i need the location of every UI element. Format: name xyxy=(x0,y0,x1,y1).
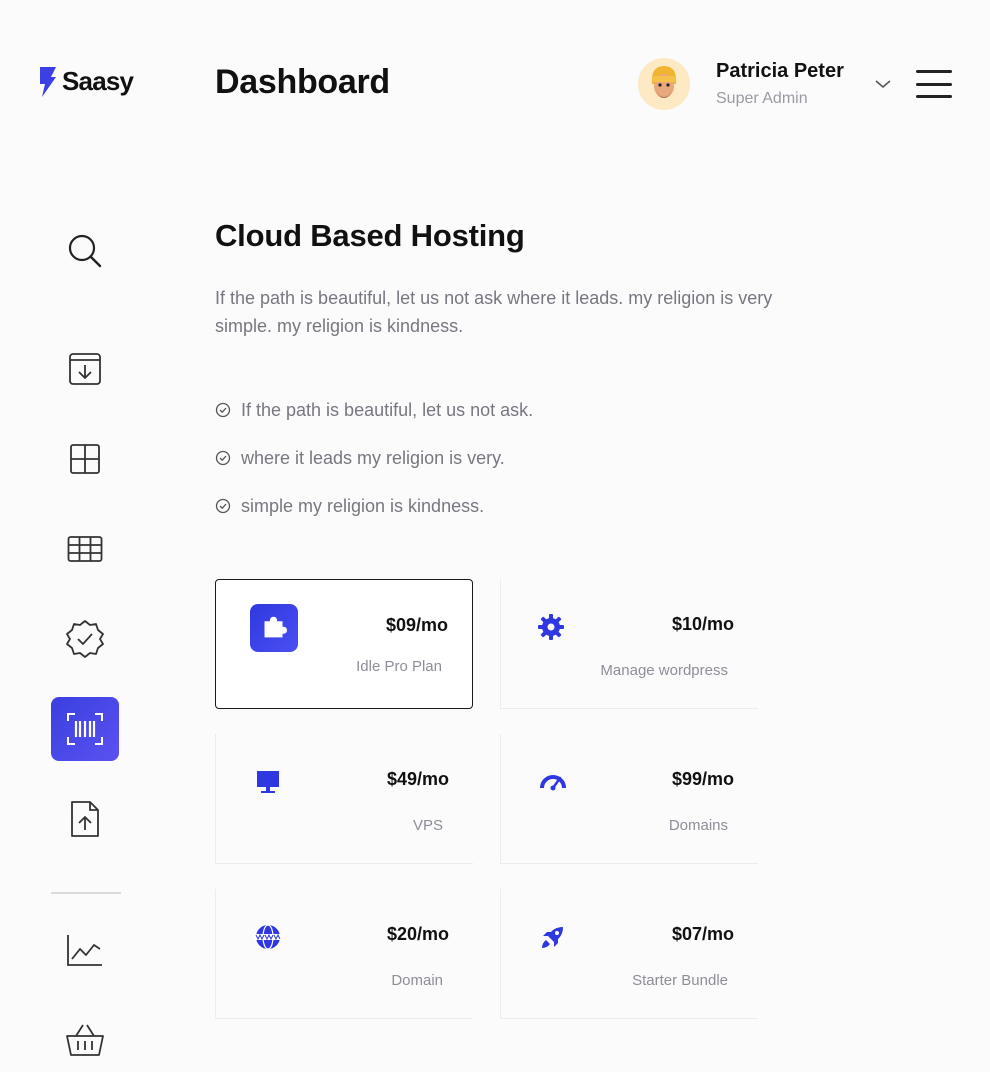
sidebar-item-analytics[interactable] xyxy=(51,918,119,982)
sidebar-item-downloads[interactable] xyxy=(51,337,119,401)
feature-item: where it leads my religion is very. xyxy=(215,434,533,482)
saasy-logo-icon xyxy=(40,66,56,97)
sidebar-divider xyxy=(51,892,121,894)
check-circle-icon xyxy=(215,498,231,514)
monitor-icon xyxy=(244,758,292,806)
gear-icon xyxy=(527,603,575,651)
sidebar-item-layout[interactable] xyxy=(51,427,119,491)
puzzle-icon xyxy=(250,604,298,652)
plan-card-wordpress[interactable]: $10/mo Manage wordpress xyxy=(500,579,758,709)
plan-price: $20/mo xyxy=(386,924,449,944)
section-title: Cloud Based Hosting xyxy=(215,218,525,253)
plan-name: VPS xyxy=(412,817,443,834)
sidebar-item-table[interactable] xyxy=(51,517,119,581)
feature-item: simple my religion is kindness. xyxy=(215,482,533,530)
layout-grid-icon xyxy=(70,444,100,474)
plan-price: $99/mo xyxy=(671,769,734,789)
sidebar-item-search[interactable] xyxy=(51,219,119,283)
search-icon xyxy=(68,234,102,268)
sidebar-item-verified[interactable] xyxy=(51,607,119,671)
plan-name: Domain xyxy=(391,972,443,989)
feature-text: If the path is beautiful, let us not ask… xyxy=(241,399,534,420)
section-description: If the path is beautiful, let us not ask… xyxy=(215,288,773,336)
chart-line-icon xyxy=(67,935,102,966)
file-upload-icon xyxy=(71,801,99,837)
chevron-down-icon[interactable] xyxy=(873,77,893,91)
plan-price: $10/mo xyxy=(671,614,734,634)
plan-card-vps[interactable]: $49/mo VPS xyxy=(215,734,473,864)
user-profile[interactable]: Patricia Peter Super Admin xyxy=(638,58,844,110)
plan-name: Manage wordpress xyxy=(600,662,728,679)
hamburger-menu-button[interactable] xyxy=(916,70,952,98)
feature-list: If the path is beautiful, let us not ask… xyxy=(215,386,533,530)
rocket-icon xyxy=(529,913,577,961)
user-role: Super Admin xyxy=(716,90,808,107)
avatar xyxy=(638,58,690,110)
menu-line xyxy=(916,95,952,98)
plan-card-domains[interactable]: $99/mo Domains xyxy=(500,734,758,864)
basket-icon xyxy=(66,1024,104,1056)
plan-price: $07/mo xyxy=(671,924,734,944)
user-name: Patricia Peter xyxy=(716,60,844,82)
verified-badge-icon xyxy=(66,620,104,658)
check-circle-icon xyxy=(215,402,231,418)
menu-line xyxy=(916,82,952,86)
feature-text: where it leads my religion is very. xyxy=(241,447,505,468)
plan-card-idle-pro[interactable]: $09/mo Idle Pro Plan xyxy=(215,579,473,709)
plan-price: $49/mo xyxy=(386,769,449,789)
check-circle-icon xyxy=(215,450,231,466)
globe-www-icon xyxy=(244,913,292,961)
page-title: Dashboard xyxy=(215,63,390,101)
brand-name: Saasy xyxy=(62,66,134,96)
speedometer-icon xyxy=(529,758,577,806)
plan-price: $09/mo xyxy=(385,615,448,635)
brand-logo[interactable]: Saasy xyxy=(38,66,134,97)
plan-card-domain[interactable]: $20/mo Domain xyxy=(215,889,473,1019)
plan-name: Domains xyxy=(668,817,728,834)
plan-name: Idle Pro Plan xyxy=(356,658,442,675)
plan-name: Starter Bundle xyxy=(632,972,728,989)
feature-text: simple my religion is kindness. xyxy=(241,495,485,516)
plan-card-starter[interactable]: $07/mo Starter Bundle xyxy=(500,889,758,1019)
sidebar-item-upload[interactable] xyxy=(51,787,119,851)
table-icon xyxy=(67,536,103,562)
sidebar-item-scanner[interactable] xyxy=(51,697,119,761)
barcode-scan-icon xyxy=(67,713,103,745)
download-box-icon xyxy=(69,353,101,385)
menu-line xyxy=(916,70,952,73)
feature-item: If the path is beautiful, let us not ask… xyxy=(215,386,533,434)
sidebar-item-shop[interactable] xyxy=(51,1008,119,1072)
